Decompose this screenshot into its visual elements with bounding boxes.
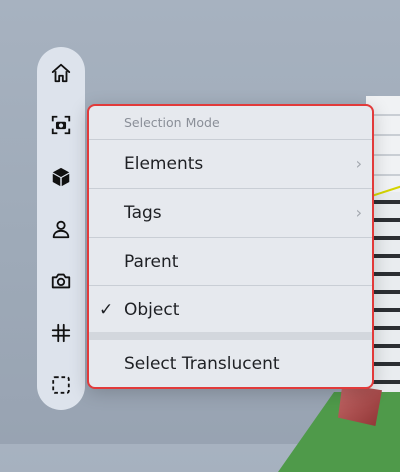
- menu-item-label: Object: [124, 300, 180, 320]
- menu-item-label: Elements: [124, 154, 204, 174]
- section-gap: [89, 332, 372, 340]
- menu-item-tags[interactable]: Tags ›: [89, 189, 372, 237]
- screenshot-button[interactable]: [47, 111, 75, 139]
- menu-item-label: Parent: [124, 252, 179, 272]
- menu-item-label: Select Translucent: [124, 354, 280, 374]
- menu-item-object[interactable]: ✓ Object: [89, 286, 372, 334]
- grid-hash-icon: [51, 323, 71, 343]
- menu-item-select-translucent[interactable]: Select Translucent: [89, 340, 372, 388]
- home-button[interactable]: [47, 59, 75, 87]
- checkmark-icon: ✓: [99, 300, 114, 320]
- menu-item-parent[interactable]: Parent: [89, 238, 372, 286]
- object-view-button[interactable]: [47, 163, 75, 191]
- ground-plane: [277, 392, 400, 472]
- grid-button[interactable]: [47, 319, 75, 347]
- left-toolbar: [37, 47, 85, 410]
- camera-button[interactable]: [47, 267, 75, 295]
- menu-header: Selection Mode: [124, 115, 220, 130]
- cube-icon: [52, 167, 70, 187]
- person-icon: [52, 220, 70, 239]
- chevron-right-icon: ›: [355, 203, 362, 222]
- chevron-right-icon: ›: [355, 154, 362, 173]
- person-view-button[interactable]: [47, 215, 75, 243]
- menu-item-elements[interactable]: Elements ›: [89, 140, 372, 188]
- menu-item-label: Tags: [124, 203, 162, 223]
- selection-mode-button[interactable]: [47, 371, 75, 399]
- home-icon: [51, 63, 71, 83]
- camera-icon: [51, 273, 71, 289]
- selection-mode-popover: Selection Mode Elements › Tags › Parent …: [87, 104, 374, 389]
- selection-box-icon: [52, 376, 70, 394]
- screenshot-camera-icon: [51, 115, 71, 135]
